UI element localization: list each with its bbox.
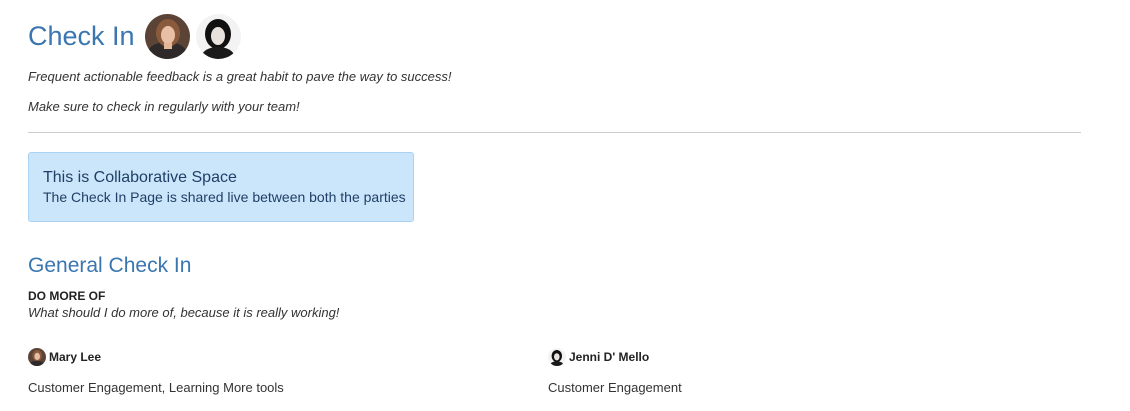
- avatar-jenni-dmello[interactable]: [195, 13, 241, 59]
- intro-text-feedback: Frequent actionable feedback is a great …: [28, 69, 452, 84]
- divider: [28, 132, 1081, 133]
- question-text: What should I do more of, because it is …: [28, 305, 340, 320]
- response-answer: Customer Engagement: [548, 380, 682, 395]
- collaborative-space-banner: This is Collaborative Space The Check In…: [28, 152, 414, 222]
- avatar-jenni-dmello-small: [548, 348, 566, 366]
- author-name: Mary Lee: [49, 350, 102, 364]
- banner-subtitle: The Check In Page is shared live between…: [43, 189, 406, 205]
- banner-title: This is Collaborative Space: [43, 169, 237, 186]
- response-author-mary-lee: Mary Lee: [28, 348, 101, 366]
- response-answer: Customer Engagement, Learning More tools: [28, 380, 284, 395]
- avatar-mary-lee[interactable]: [144, 13, 190, 59]
- title-row: Check In: [28, 12, 247, 60]
- page-title: Check In: [28, 20, 135, 51]
- author-name: Jenni D' Mello: [569, 350, 650, 364]
- response-author-jenni-dmello: Jenni D' Mello: [548, 348, 649, 366]
- question-label: DO MORE OF: [28, 289, 106, 303]
- intro-text-checkin: Make sure to check in regularly with you…: [28, 99, 300, 114]
- avatar-mary-lee-small: [28, 348, 46, 366]
- section-title: General Check In: [28, 254, 192, 277]
